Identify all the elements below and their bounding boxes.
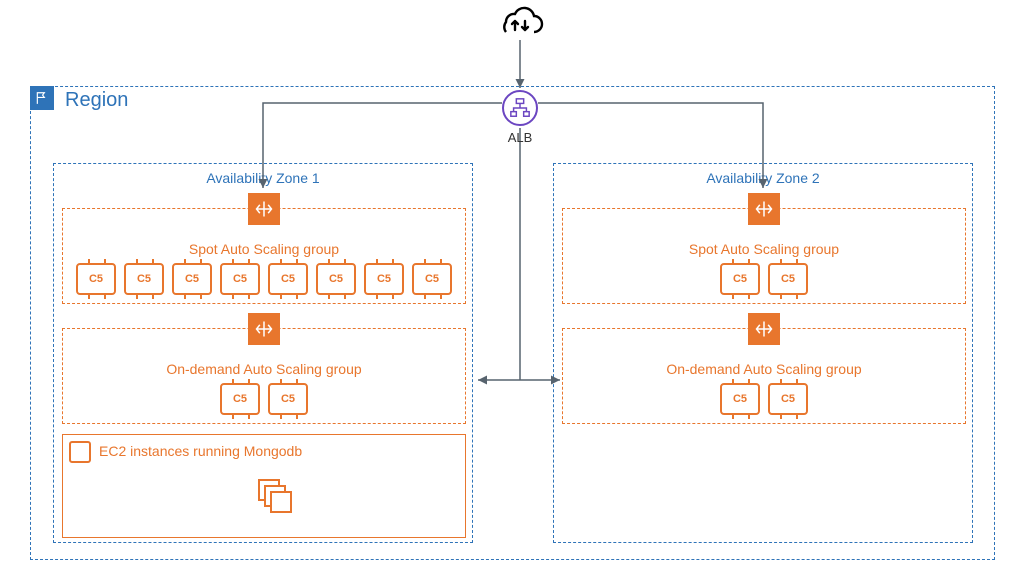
az1-ondemand-title: On-demand Auto Scaling group (63, 361, 465, 377)
autoscaling-icon (248, 313, 280, 345)
mongodb-title: EC2 instances running Mongodb (99, 443, 302, 459)
az1-spot-title: Spot Auto Scaling group (63, 241, 465, 257)
region-flag-icon (30, 86, 54, 110)
ec2-instance: C5 (412, 263, 452, 295)
ec2-instance: C5 (768, 263, 808, 295)
az2-ondemand-title: On-demand Auto Scaling group (563, 361, 965, 377)
ec2-instance: C5 (220, 383, 260, 415)
chip-icon (69, 441, 91, 463)
region-title: Region (65, 89, 128, 112)
az1-spot-asg: Spot Auto Scaling group C5 C5 C5 C5 C5 C… (62, 208, 466, 304)
ec2-instance: C5 (268, 263, 308, 295)
ec2-instance: C5 (720, 263, 760, 295)
availability-zone-2: Availability Zone 2 Spot Auto Scaling gr… (553, 163, 973, 543)
az2-spot-asg: Spot Auto Scaling group C5 C5 (562, 208, 966, 304)
internet-cloud-icon (496, 6, 544, 45)
ec2-instance: C5 (268, 383, 308, 415)
az2-title: Availability Zone 2 (554, 170, 972, 186)
az1-title: Availability Zone 1 (54, 170, 472, 186)
az2-spot-title: Spot Auto Scaling group (563, 241, 965, 257)
ec2-instance: C5 (76, 263, 116, 295)
autoscaling-icon (248, 193, 280, 225)
az1-ondemand-asg: On-demand Auto Scaling group C5 C5 (62, 328, 466, 424)
ec2-instance: C5 (124, 263, 164, 295)
ec2-instance: C5 (364, 263, 404, 295)
az1-spot-instances: C5 C5 C5 C5 C5 C5 C5 C5 (63, 263, 465, 303)
autoscaling-icon (748, 193, 780, 225)
az2-ondemand-asg: On-demand Auto Scaling group C5 C5 (562, 328, 966, 424)
ec2-instance: C5 (220, 263, 260, 295)
az1-ondemand-instances: C5 C5 (63, 383, 465, 423)
autoscaling-icon (748, 313, 780, 345)
ec2-instance: C5 (316, 263, 356, 295)
az2-ondemand-instances: C5 C5 (563, 383, 965, 423)
az2-spot-instances: C5 C5 (563, 263, 965, 303)
alb-label: ALB (500, 130, 540, 145)
ec2-instance: C5 (172, 263, 212, 295)
ec2-instance: C5 (768, 383, 808, 415)
alb-icon (502, 90, 538, 126)
availability-zone-1: Availability Zone 1 Spot Auto Scaling gr… (53, 163, 473, 543)
region-container: Region Availability Zone 1 Spot Auto Sca… (30, 86, 995, 560)
mongodb-group: EC2 instances running Mongodb (62, 434, 466, 538)
ec2-instance: C5 (720, 383, 760, 415)
